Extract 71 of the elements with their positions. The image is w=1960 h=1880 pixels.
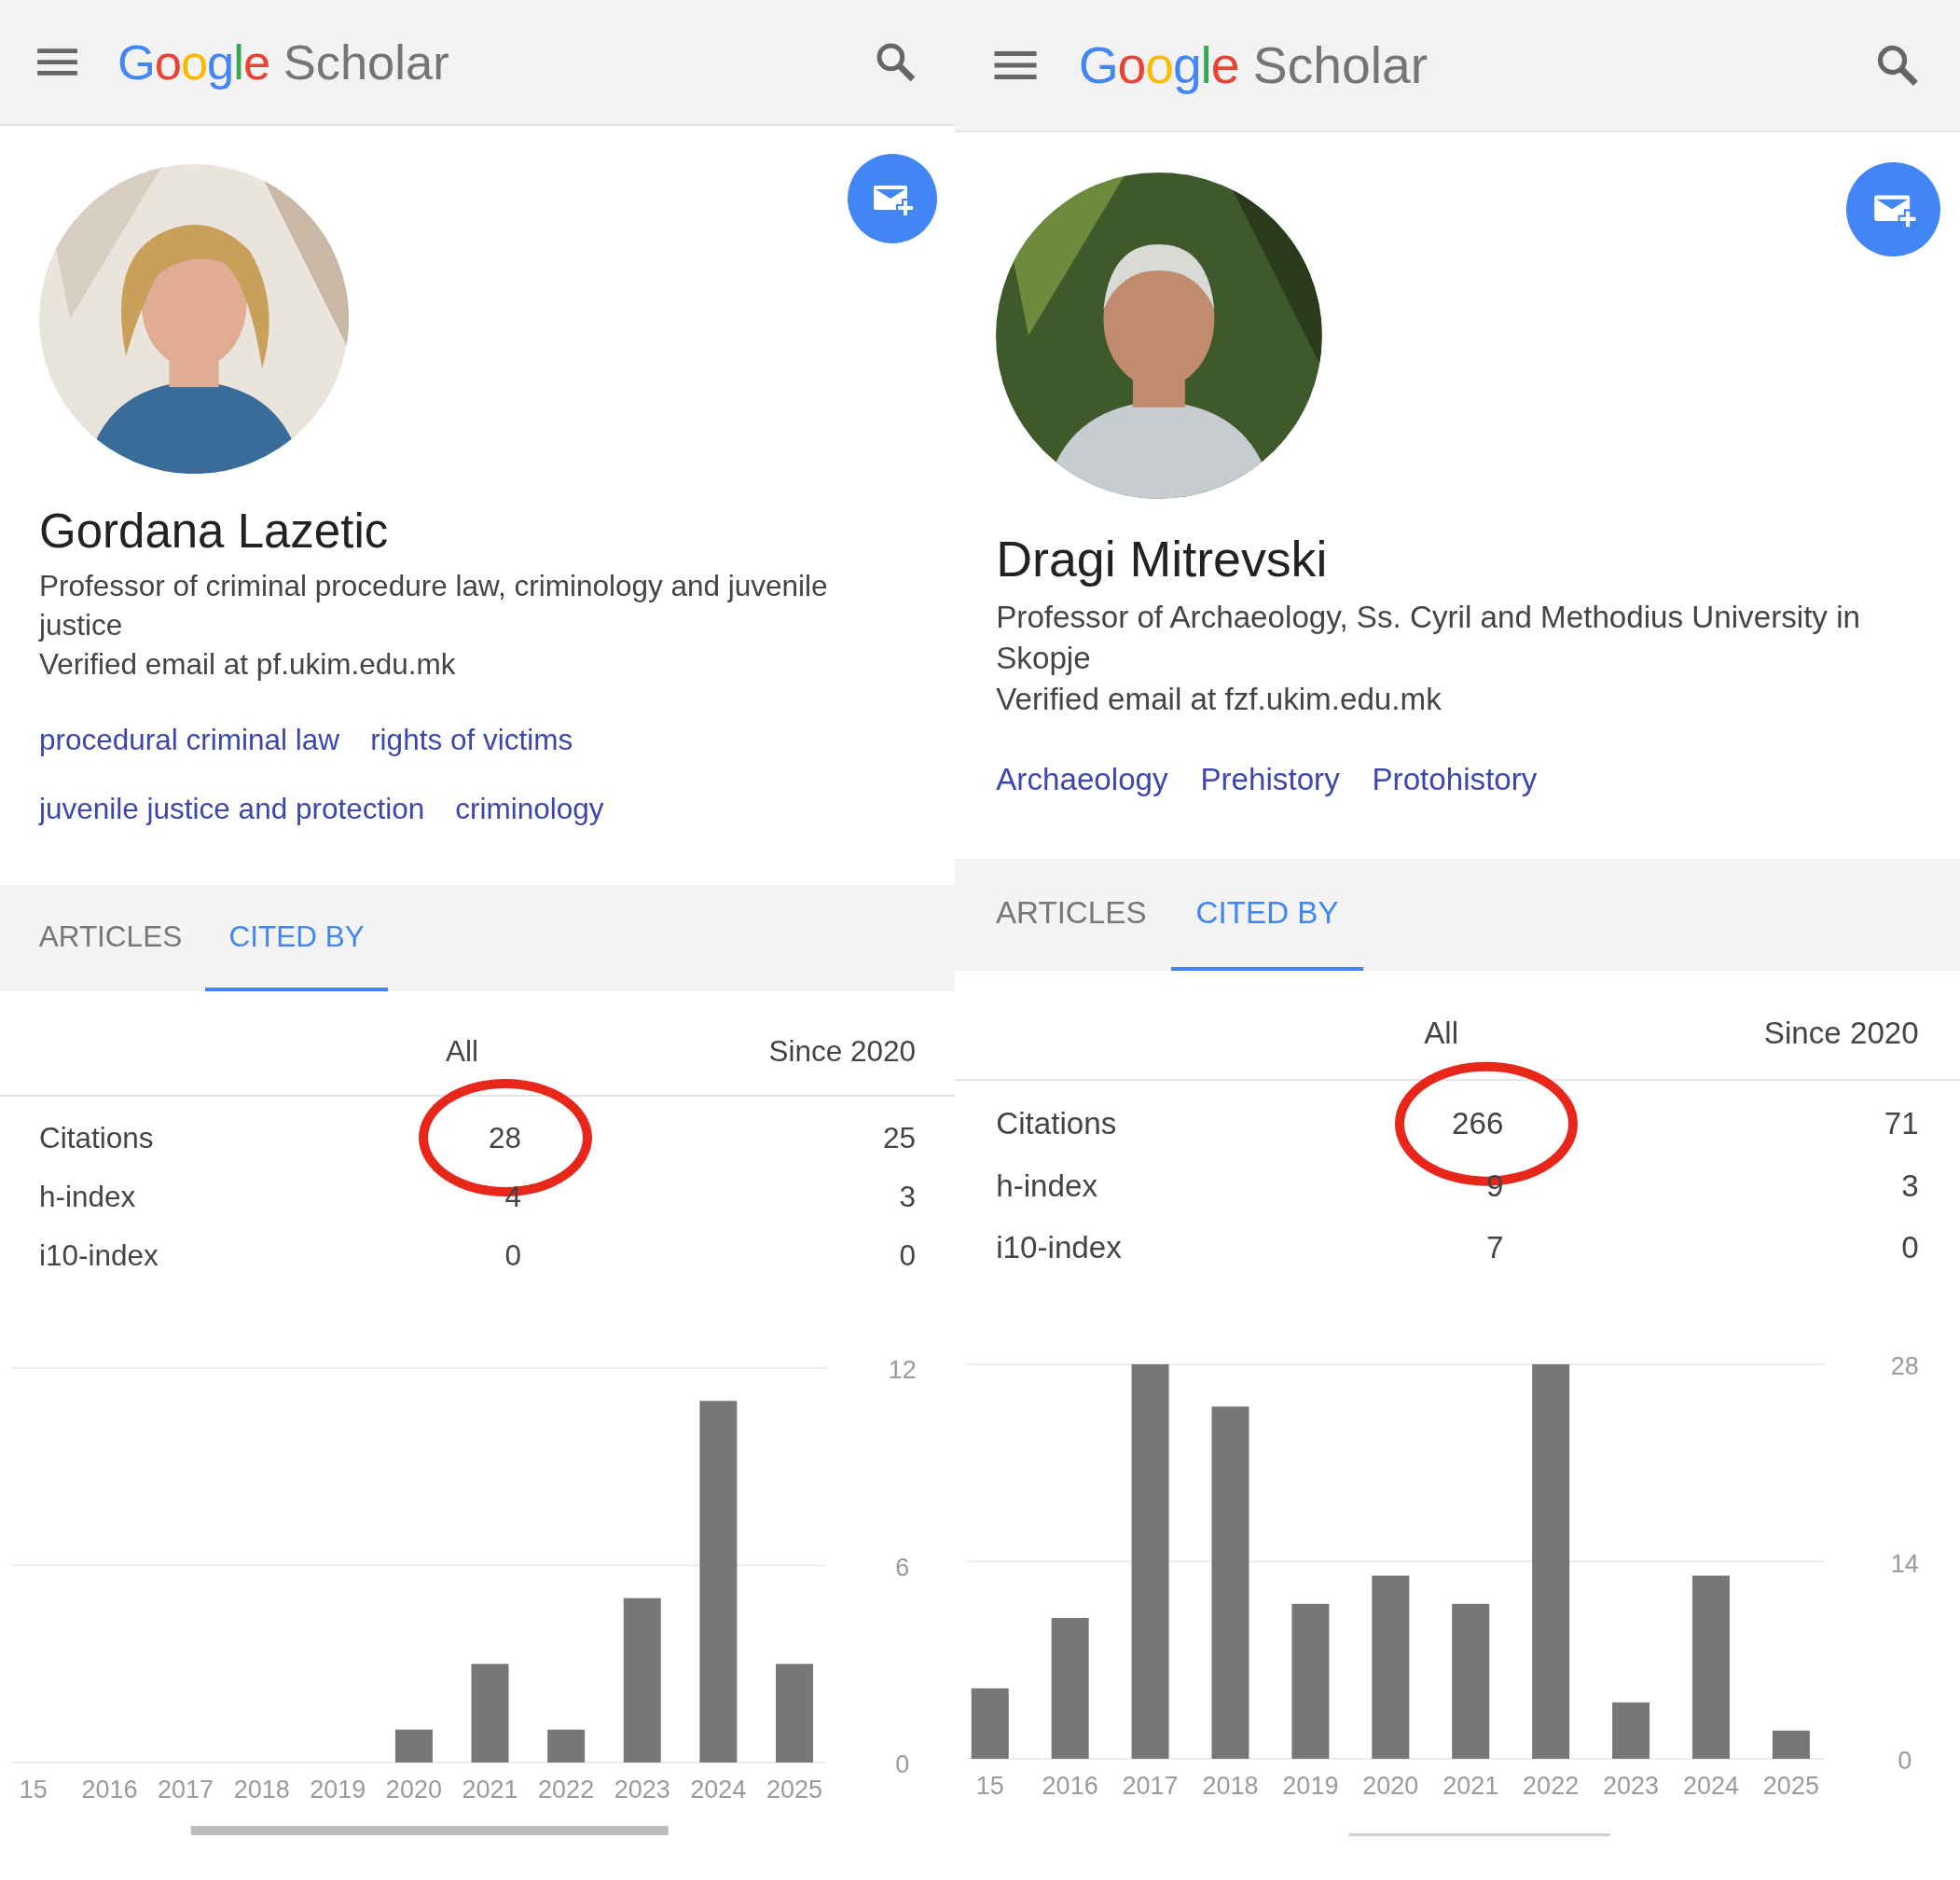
- verified-email: Verified email at pf.ukim.edu.mk: [39, 645, 457, 683]
- logo: Google Scholar: [117, 34, 449, 90]
- x-axis-label: 2025: [766, 1775, 822, 1804]
- y-axis-label: 6: [895, 1553, 910, 1582]
- column-header: All: [445, 1033, 478, 1069]
- y-axis-label: 14: [1890, 1549, 1919, 1578]
- x-axis-label: 2021: [462, 1775, 518, 1804]
- x-axis-label: 2022: [1523, 1772, 1580, 1801]
- bar: [394, 1729, 433, 1762]
- y-axis-label: 28: [1890, 1352, 1919, 1381]
- x-axis-label: 2022: [538, 1775, 595, 1804]
- x-axis-label: 2024: [690, 1775, 747, 1804]
- interest-link[interactable]: juvenile justice and protection: [39, 790, 425, 830]
- metric-label: i10-index: [996, 1230, 1123, 1266]
- scrollbar[interactable]: [190, 1825, 669, 1835]
- bar: [1772, 1731, 1810, 1760]
- interest-link[interactable]: Prehistory: [1200, 758, 1340, 800]
- bar: [1612, 1703, 1650, 1760]
- x-axis-label: 2016: [81, 1775, 138, 1804]
- x-axis-label: 2017: [1122, 1772, 1179, 1801]
- x-axis-label: 2018: [233, 1775, 290, 1804]
- metric-label: Citations: [996, 1106, 1118, 1142]
- x-axis-label: 2023: [1603, 1772, 1660, 1801]
- x-axis-label: 2020: [1362, 1772, 1419, 1801]
- x-axis-label: 2025: [1762, 1772, 1819, 1801]
- interest-link[interactable]: criminology: [455, 790, 604, 830]
- metric-value: 266: [1452, 1106, 1504, 1141]
- x-axis-label: 2018: [1202, 1772, 1259, 1801]
- metric-label: i10-index: [39, 1237, 159, 1273]
- tab[interactable]: ARTICLES: [15, 885, 206, 992]
- column-header: All: [1423, 1016, 1458, 1052]
- scrollbar[interactable]: [1348, 1833, 1610, 1837]
- x-axis-label: 2016: [1042, 1772, 1098, 1801]
- x-axis-label: 15: [19, 1775, 48, 1804]
- metric-value: 0: [898, 1237, 916, 1273]
- metric-label: h-index: [39, 1179, 137, 1214]
- x-axis-label: 2019: [1282, 1772, 1339, 1801]
- interest-link[interactable]: procedural criminal law: [39, 720, 340, 760]
- metric-value: 0: [1900, 1230, 1919, 1266]
- interest-link[interactable]: rights of victims: [370, 720, 573, 760]
- affiliation: Professor of criminal procedure law, criminology and juvenile justice: [39, 567, 829, 643]
- y-axis-label: 12: [888, 1355, 917, 1384]
- metric-value: 3: [898, 1179, 916, 1214]
- x-axis-label: 2023: [614, 1775, 670, 1804]
- interest-link[interactable]: Protohistory: [1372, 758, 1538, 800]
- metric-value: 0: [504, 1237, 521, 1272]
- metric-value: 3: [1900, 1168, 1919, 1204]
- metric-label: Citations: [39, 1120, 155, 1155]
- logo: Google Scholar: [1078, 35, 1429, 96]
- interest-link[interactable]: Archaeology: [996, 758, 1168, 800]
- column-header: Since 2020: [767, 1033, 916, 1069]
- author-name: Gordana Lazetic: [39, 503, 390, 560]
- x-axis-label: 2019: [310, 1775, 366, 1804]
- x-axis-label: 2021: [1442, 1772, 1499, 1801]
- bar: [547, 1729, 586, 1762]
- metric-value: 71: [1883, 1106, 1919, 1142]
- x-axis-label: 2020: [385, 1775, 442, 1804]
- affiliation: Professor of Archaeology, Ss. Cyril and Methodius University in Skopje: [996, 599, 1861, 678]
- x-axis-label: 2024: [1682, 1772, 1739, 1801]
- x-axis-label: 15: [975, 1772, 1004, 1801]
- column-header: Since 2020: [1762, 1016, 1919, 1052]
- metric-label: h-index: [996, 1168, 1099, 1204]
- metric-value: 7: [1486, 1230, 1504, 1265]
- y-axis-label: 0: [1898, 1747, 1912, 1776]
- metric-value: 28: [488, 1120, 521, 1154]
- y-axis-label: 0: [895, 1749, 910, 1778]
- x-axis-label: 2017: [158, 1775, 214, 1804]
- author-name: Dragi Mitrevski: [996, 530, 1329, 589]
- verified-email: Verified email at fzf.ukim.edu.mk: [996, 681, 1442, 719]
- tab[interactable]: ARTICLES: [971, 859, 1172, 972]
- metric-value: 25: [881, 1120, 916, 1155]
